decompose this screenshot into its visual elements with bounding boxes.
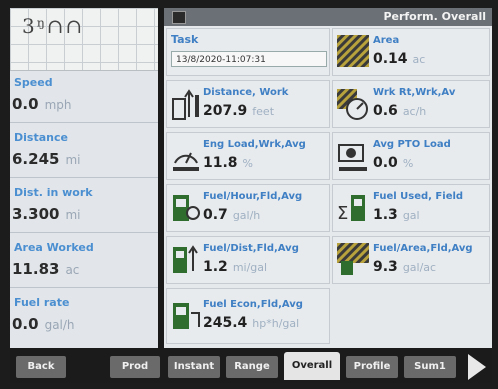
tile-value: 1.2 mi/gal	[203, 259, 268, 275]
tab-overall[interactable]: Overall	[284, 352, 340, 380]
tile-value: 245.4 hp*h/gal	[203, 315, 300, 331]
tile-value: 207.9 feet	[203, 103, 275, 119]
tab-range[interactable]: Range	[226, 356, 278, 378]
tile-distance-work[interactable]: Distance, Work 207.9 feet	[166, 80, 330, 128]
metric-value: 0.0 gal/h	[12, 315, 75, 333]
tile-label: Distance, Work	[203, 87, 289, 98]
metric-fuel-rate[interactable]: Fuel rate 0.0 gal/h	[10, 290, 158, 342]
area-tile[interactable]: Area 0.14 ac	[332, 28, 490, 76]
metric-area-worked[interactable]: Area Worked 11.83 ac	[10, 235, 158, 288]
tab-sum1[interactable]: Sum1	[404, 356, 456, 378]
tile-fuel-used[interactable]: Σ Fuel Used, Field 1.3 gal	[332, 184, 490, 232]
metric-label: Distance	[14, 131, 68, 144]
bezel-right	[492, 0, 498, 389]
tile-value: 1.3 gal	[373, 207, 420, 223]
work-rate-icon	[337, 89, 368, 120]
fuel-econ-icon	[173, 303, 200, 329]
metric-value: 6.245 mi	[12, 150, 81, 168]
map-marks: 3ᵑ∩∩	[22, 14, 85, 38]
bezel-bottom	[0, 383, 498, 389]
display-frame: 3ᵑ∩∩ Speed 0.0 mph Distance 6.245 mi Dist.…	[0, 0, 498, 389]
next-arrow-icon[interactable]	[468, 354, 486, 380]
metric-speed[interactable]: Speed 0.0 mph	[10, 70, 158, 123]
tile-engine-load[interactable]: Eng Load,Wrk,Avg 11.8%	[166, 132, 330, 180]
tile-label: Fuel Econ,Fld,Avg	[203, 299, 303, 310]
task-tile[interactable]: Task 13/8/2020-11:07:31	[166, 28, 330, 76]
tile-label: Fuel/Hour,Fld,Avg	[203, 191, 303, 202]
tile-value: 11.8%	[203, 155, 253, 171]
fuel-used-icon: Σ	[337, 195, 365, 224]
tile-fuel-distance[interactable]: Fuel/Dist,Fld,Avg 1.2 mi/gal	[166, 236, 330, 284]
page-title: Perform. Overall	[383, 10, 486, 23]
tile-label: Eng Load,Wrk,Avg	[203, 139, 306, 150]
tile-pto-load[interactable]: Avg PTO Load 0.0%	[332, 132, 490, 180]
tile-value: 0.6 ac/h	[373, 103, 427, 119]
metric-label: Area Worked	[14, 241, 94, 254]
tile-label: Fuel/Dist,Fld,Avg	[203, 243, 299, 254]
tile-value: 0.7 gal/h	[203, 207, 261, 223]
pto-load-icon	[338, 144, 367, 171]
area-hatch-icon	[337, 35, 369, 67]
back-button[interactable]: Back	[16, 356, 66, 378]
tile-label: Wrk Rt,Wrk,Av	[373, 87, 456, 98]
metric-label: Dist. in work	[14, 186, 93, 199]
tile-label: Fuel Used, Field	[373, 191, 464, 202]
tab-bar: Back Prod Instant Range Overall Profile …	[10, 348, 492, 383]
area-value: 0.14 ac	[373, 51, 426, 67]
engine-load-icon	[173, 152, 199, 171]
bezel-top	[0, 0, 498, 8]
metric-dist-in-work[interactable]: Dist. in work 3.300 mi	[10, 180, 158, 233]
map-view[interactable]: 3ᵑ∩∩	[10, 8, 158, 71]
metric-value: 11.83 ac	[12, 260, 80, 278]
bezel-left	[0, 0, 10, 389]
tab-prod[interactable]: Prod	[110, 356, 160, 378]
metric-label: Speed	[14, 76, 53, 89]
fuel-distance-icon	[173, 245, 198, 273]
tab-instant[interactable]: Instant	[168, 356, 220, 378]
performance-grid: Task 13/8/2020-11:07:31 Area 0.14 ac Dist…	[164, 26, 492, 348]
left-panel: 3ᵑ∩∩ Speed 0.0 mph Distance 6.245 mi Dist.…	[10, 8, 158, 348]
tile-work-rate[interactable]: Wrk Rt,Wrk,Av 0.6 ac/h	[332, 80, 490, 128]
task-field[interactable]: 13/8/2020-11:07:31	[171, 51, 327, 67]
svg-text:Σ: Σ	[337, 203, 348, 224]
tab-profile[interactable]: Profile	[346, 356, 398, 378]
page-header: Perform. Overall	[164, 8, 492, 26]
fuel-area-icon	[337, 243, 369, 275]
tile-fuel-econ[interactable]: Fuel Econ,Fld,Avg 245.4 hp*h/gal	[166, 288, 330, 344]
tile-fuel-area[interactable]: Fuel/Area,Fld,Avg 9.3 gal/ac	[332, 236, 490, 284]
distance-work-icon	[172, 89, 199, 120]
header-icon	[172, 11, 186, 24]
metric-distance[interactable]: Distance 6.245 mi	[10, 125, 158, 178]
tile-fuel-hour[interactable]: Fuel/Hour,Fld,Avg 0.7 gal/h	[166, 184, 330, 232]
metric-label: Fuel rate	[14, 296, 70, 309]
tile-label: Fuel/Area,Fld,Avg	[373, 243, 473, 254]
task-label: Task	[171, 33, 199, 46]
fuel-hour-icon	[173, 195, 200, 221]
tile-label: Avg PTO Load	[373, 139, 451, 150]
metric-value: 0.0 mph	[12, 95, 72, 113]
metric-value: 3.300 mi	[12, 205, 81, 223]
tile-value: 9.3 gal/ac	[373, 259, 437, 275]
area-label: Area	[373, 35, 400, 46]
tile-value: 0.0%	[373, 155, 414, 171]
